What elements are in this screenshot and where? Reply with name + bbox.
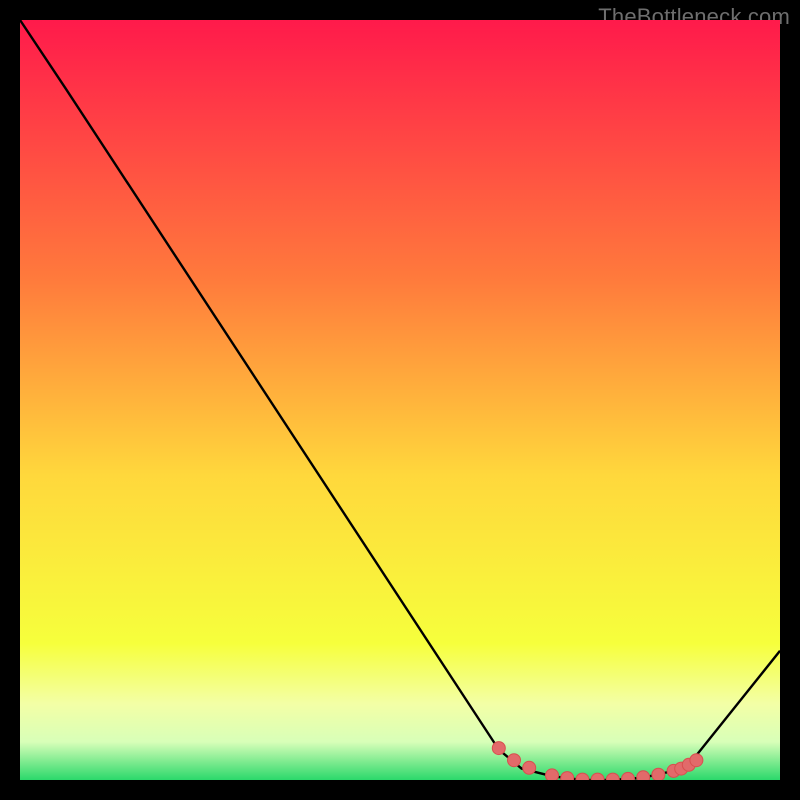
curve-marker: [508, 754, 521, 767]
curve-marker: [492, 742, 505, 755]
chart-stage: TheBottleneck.com: [0, 0, 800, 800]
curve-marker: [652, 768, 665, 780]
curve-marker: [690, 754, 703, 767]
curve-marker: [546, 769, 559, 780]
curve-marker: [637, 771, 650, 780]
curve-marker: [523, 761, 536, 774]
curve-marker: [561, 772, 574, 780]
gradient-backdrop: [20, 20, 780, 780]
bottleneck-plot: [20, 20, 780, 780]
